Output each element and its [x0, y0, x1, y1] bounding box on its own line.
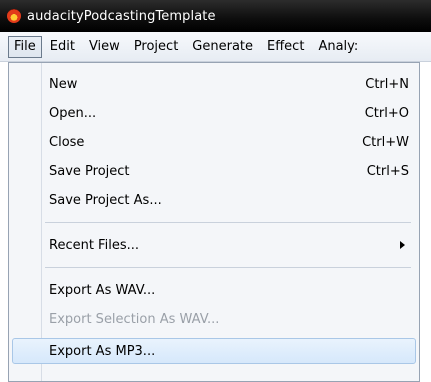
audacity-app-icon — [7, 9, 21, 23]
menu-item-export-wav[interactable]: Export As WAV... — [49, 279, 409, 301]
menu-item-label: Recent Files... — [49, 237, 139, 253]
title-bar: audacityPodcastingTemplate — [0, 0, 431, 32]
menu-item-shortcut: Ctrl+O — [364, 105, 409, 121]
menu-item-label: Save Project As... — [49, 192, 162, 208]
menu-item-shortcut: Ctrl+S — [366, 163, 409, 179]
menu-item-export-selection-wav: Export Selection As WAV... — [49, 308, 409, 330]
menu-bar: File Edit View Project Generate Effect A… — [0, 32, 431, 62]
menu-item-recent-files[interactable]: Recent Files... — [49, 234, 409, 256]
menu-item-save-project-as[interactable]: Save Project As... — [49, 189, 409, 211]
menu-generate[interactable]: Generate — [186, 36, 259, 58]
submenu-arrow-icon — [400, 241, 405, 249]
menu-item-label: Export As WAV... — [49, 282, 156, 298]
menu-item-shortcut: Ctrl+N — [365, 76, 409, 92]
menu-item-label: New — [49, 76, 78, 92]
menu-project[interactable]: Project — [128, 36, 184, 58]
menu-item-close[interactable]: Close Ctrl+W — [49, 131, 409, 153]
menu-item-shortcut: Ctrl+W — [362, 134, 409, 150]
menu-effect[interactable]: Effect — [261, 36, 310, 58]
menu-item-label: Export As MP3... — [49, 343, 156, 359]
menu-gutter — [41, 63, 42, 381]
menu-analyze[interactable]: Analy: — [312, 36, 364, 58]
window-title: audacityPodcastingTemplate — [27, 8, 216, 24]
menu-item-export-mp3[interactable]: Export As MP3... — [49, 340, 409, 362]
file-menu-dropdown: New Ctrl+N Open... Ctrl+O Close Ctrl+W S… — [8, 62, 420, 382]
menu-item-save-project[interactable]: Save Project Ctrl+S — [49, 160, 409, 182]
menu-view[interactable]: View — [83, 36, 126, 58]
menu-edit[interactable]: Edit — [44, 36, 81, 58]
menu-separator — [45, 267, 411, 268]
menu-item-new[interactable]: New Ctrl+N — [49, 73, 409, 95]
menu-file[interactable]: File — [8, 35, 42, 58]
menu-item-open[interactable]: Open... Ctrl+O — [49, 102, 409, 124]
menu-item-label: Save Project — [49, 163, 130, 179]
menu-item-label: Close — [49, 134, 85, 150]
menu-item-label: Open... — [49, 105, 97, 121]
menu-separator — [45, 222, 411, 223]
menu-item-label: Export Selection As WAV... — [49, 311, 220, 327]
